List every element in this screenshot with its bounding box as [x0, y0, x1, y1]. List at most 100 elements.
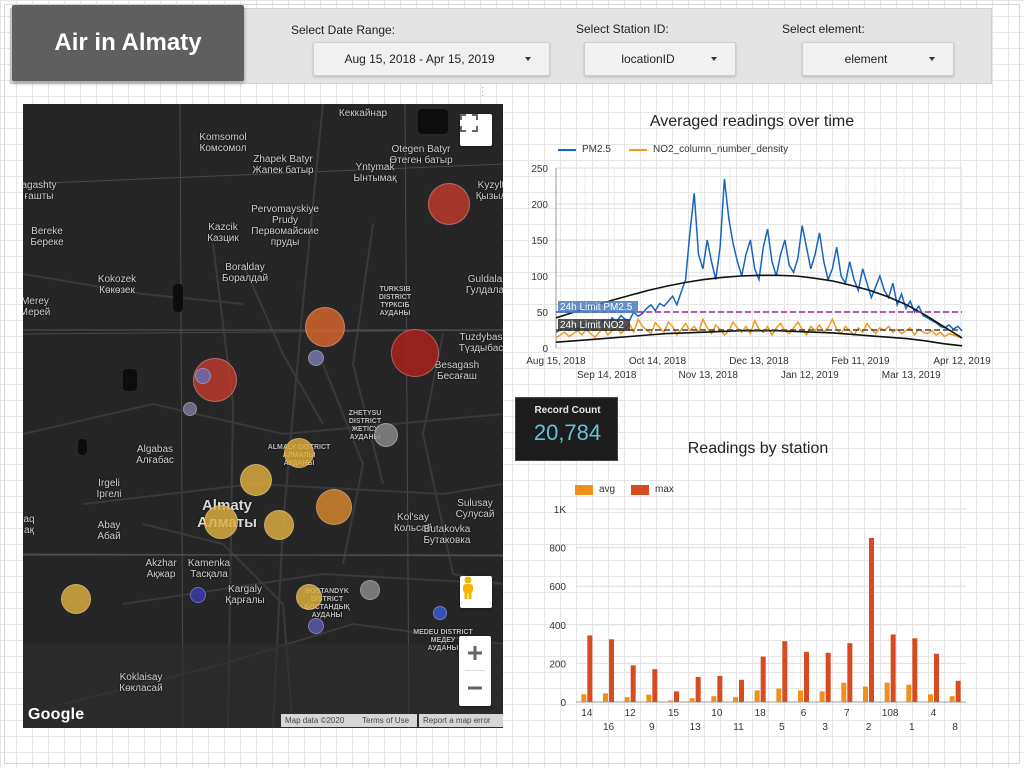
legend-no2-swatch — [629, 148, 647, 151]
terms-of-use-link[interactable]: Terms of Use — [358, 714, 417, 727]
station-marker[interactable] — [308, 618, 324, 634]
map-place-label: Kokozek Көкөзек — [97, 274, 137, 296]
map-data-attribution: Map data ©2020 — [281, 714, 358, 727]
map-place-label: Besagash Бесағаш — [434, 360, 480, 382]
map-place-label: Otegen Batyr Өтеген батыр — [389, 144, 453, 166]
station-marker[interactable] — [360, 580, 380, 600]
map-road — [179, 104, 184, 728]
map-place-label: Zhapek Batyr Жапек батыр — [252, 154, 314, 176]
map-place-label: Akzhar Ақжар — [145, 558, 177, 580]
map-place-label: Pervomayskiye Prudy Первомайские пруды — [251, 204, 319, 248]
legend-pm25-label: PM2.5 — [582, 144, 611, 155]
zoom-controls — [459, 636, 491, 706]
station-marker[interactable] — [240, 464, 272, 496]
record-count-label: Record Count — [534, 405, 601, 416]
legend-max-swatch — [631, 484, 649, 495]
station-id-label: Select Station ID: — [576, 22, 669, 36]
dashboard-title: Air in Almaty — [12, 5, 244, 81]
station-marker[interactable] — [183, 402, 197, 416]
fullscreen-button[interactable] — [460, 114, 492, 146]
station-marker[interactable] — [308, 350, 324, 366]
map-place-label: Kargaly Қарғалы — [225, 584, 265, 606]
map-place-label: Irgeli Іргелі — [96, 478, 122, 500]
map-place-label: Tuzdybas Түздыбас — [458, 332, 503, 354]
station-marker[interactable] — [433, 606, 447, 620]
zoom-in-button[interactable] — [459, 636, 491, 670]
chevron-down-icon — [711, 57, 717, 61]
street-view-button[interactable] — [460, 576, 492, 608]
map-place-label: Abay Абай — [97, 520, 121, 542]
station-marker[interactable] — [61, 584, 91, 614]
map-place-label: Merey Мерей — [23, 296, 51, 318]
element-dropdown[interactable]: element — [802, 42, 954, 76]
google-logo: Google — [28, 706, 85, 723]
map-place-label: Boralday Боралдай — [221, 262, 269, 284]
map-place-label: Algabas Алғабас — [136, 444, 174, 466]
map-place-label: Кеккайнар — [338, 108, 388, 119]
map-place-label: Guldala Гулдала — [465, 274, 503, 296]
station-marker[interactable] — [316, 489, 352, 525]
map-place-label: Kazcik Казцик — [207, 222, 239, 244]
element-label: Select element: — [782, 22, 865, 36]
station-marker[interactable] — [374, 423, 398, 447]
map-place-label: Koklaisay Көкласай — [119, 672, 163, 694]
station-marker[interactable] — [204, 505, 238, 539]
legend-avg-label: avg — [599, 484, 616, 495]
map-water — [418, 109, 448, 134]
pegman-icon — [463, 576, 473, 599]
map-road — [82, 482, 503, 505]
line-chart-title: Averaged readings over time — [649, 113, 855, 130]
element-value: element — [844, 52, 888, 66]
map-place-label: Kamenka Тасқала — [187, 558, 231, 580]
station-marker[interactable] — [296, 584, 322, 610]
legend-avg-swatch — [575, 484, 593, 495]
map-place-label: aq ақ — [23, 514, 35, 536]
map-panel[interactable]: Кеккайнар Komsomol Комсомол Otegen Batyr Өте… — [23, 104, 503, 728]
legend-avg[interactable]: avg — [575, 484, 615, 495]
map-road — [242, 263, 324, 425]
legend-pm25[interactable]: PM2.5 — [558, 144, 611, 155]
station-id-value: locationID — [621, 52, 675, 66]
legend-max[interactable]: max — [631, 484, 674, 495]
station-marker[interactable] — [428, 183, 470, 225]
station-marker[interactable] — [264, 510, 294, 540]
map-water — [78, 439, 87, 455]
drag-handle-icon[interactable]: · · · — [481, 83, 485, 101]
zoom-in-icon — [468, 646, 482, 660]
map-road — [404, 104, 410, 728]
legend-no2-label: NO2_column_number_density — [653, 144, 789, 155]
station-id-dropdown[interactable]: locationID — [584, 42, 736, 76]
zoom-out-button[interactable] — [459, 671, 491, 705]
record-count-value: 20,784 — [533, 420, 602, 445]
station-marker[interactable] — [284, 438, 314, 468]
map-place-label: Butakovka Бутаковка — [423, 524, 471, 546]
map-place-label: Bereke Береке — [30, 226, 64, 248]
map-place-label: Komsomol Комсомол — [199, 132, 247, 154]
station-marker[interactable] — [195, 368, 211, 384]
map-place-label: TURKSIB DISTRICT ТҮРКСІБ АУДАНЫ — [378, 286, 412, 317]
zoom-out-icon — [468, 686, 482, 690]
date-range-dropdown[interactable]: Aug 15, 2018 - Apr 15, 2019 — [313, 42, 550, 76]
record-count-card: Record Count 20,784 — [515, 397, 618, 461]
map-place-label: Sulusay Сулусай — [455, 498, 495, 520]
station-marker[interactable] — [190, 587, 206, 603]
legend-no2[interactable]: NO2_column_number_density — [629, 144, 788, 155]
date-range-label: Select Date Range: — [291, 23, 396, 37]
map-road — [272, 104, 324, 728]
station-marker[interactable] — [391, 329, 439, 377]
map-road — [23, 329, 503, 335]
map-water — [173, 284, 183, 312]
bar-chart-title: Readings by station — [687, 440, 829, 457]
map-place-label: KyzyltҚызыл — [475, 180, 503, 202]
legend-pm25-swatch — [558, 148, 576, 151]
fullscreen-icon — [460, 114, 478, 132]
chevron-down-icon — [525, 57, 531, 61]
chevron-down-icon — [929, 57, 935, 61]
legend-max-label: max — [655, 484, 674, 495]
station-marker[interactable] — [305, 307, 345, 347]
report-map-error-link[interactable]: Report a map error — [419, 714, 503, 727]
map-water — [123, 369, 137, 391]
map-place-label: Yntymak Ынтымақ — [353, 162, 397, 184]
map-road — [23, 402, 503, 436]
date-range-value: Aug 15, 2018 - Apr 15, 2019 — [344, 52, 495, 66]
